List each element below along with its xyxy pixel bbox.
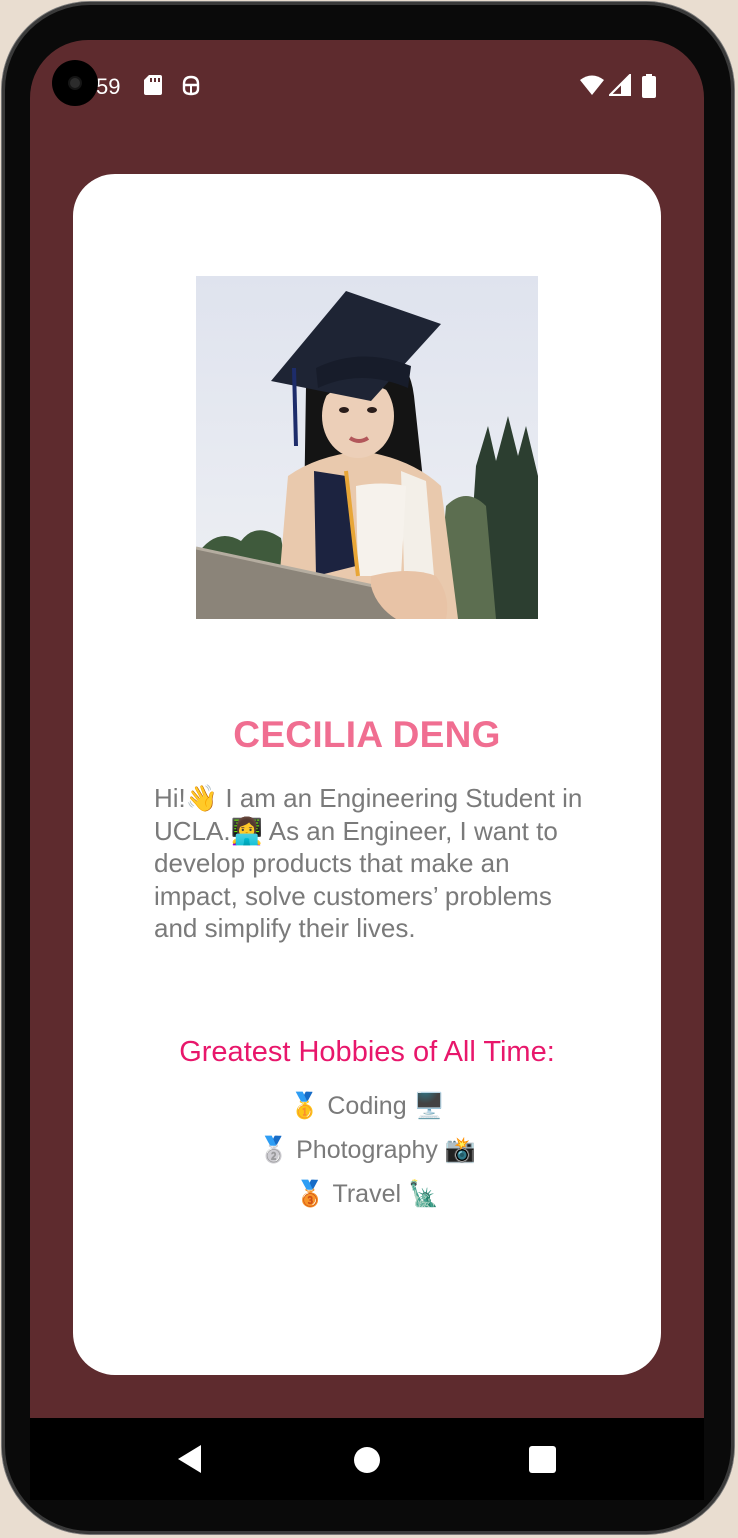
app-screen: 59 CECILIA DENG Hi!👋 I am an Engineering…	[30, 40, 704, 1418]
front-camera	[52, 60, 98, 106]
recents-icon[interactable]	[529, 1446, 556, 1473]
status-bar: 59	[30, 70, 704, 104]
silver-medal-icon: 🥈	[258, 1136, 290, 1164]
statue-of-liberty-icon: 🗽	[407, 1180, 440, 1208]
bronze-medal-icon: 🥉	[294, 1180, 326, 1208]
hobby-label: Coding	[327, 1092, 407, 1120]
android-debug-icon	[182, 75, 200, 96]
status-time: 59	[96, 74, 121, 99]
hobbies-title: Greatest Hobbies of All Time:	[179, 1036, 555, 1068]
signal-icon	[609, 74, 631, 96]
camera-flash-icon: 📸	[444, 1136, 476, 1164]
profile-card: CECILIA DENG Hi!👋 I am an Engineering St…	[73, 174, 661, 1375]
hobby-label: Travel	[332, 1180, 402, 1208]
back-icon[interactable]	[175, 1444, 205, 1474]
hobby-item-coding: 🥇 Coding 🖥️	[73, 1092, 661, 1121]
battery-icon	[642, 74, 656, 98]
hobby-item-travel: 🥉 Travel 🗽	[73, 1180, 661, 1209]
gold-medal-icon: 🥇	[289, 1092, 321, 1120]
sd-card-icon	[144, 75, 162, 95]
profile-bio: Hi!👋 I am an Engineering Student in UCLA…	[154, 783, 583, 943]
profile-name: CECILIA DENG	[233, 714, 501, 755]
hobby-label: Photography	[296, 1136, 438, 1164]
home-icon[interactable]	[353, 1446, 381, 1474]
phone-frame: 59 CECILIA DENG Hi!👋 I am an Engineering…	[2, 2, 734, 1534]
profile-photo	[196, 276, 538, 619]
wifi-icon	[580, 75, 604, 95]
computer-icon: 🖥️	[413, 1092, 445, 1120]
hobby-item-photography: 🥈 Photography 📸	[73, 1136, 661, 1165]
navigation-bar	[30, 1418, 704, 1500]
